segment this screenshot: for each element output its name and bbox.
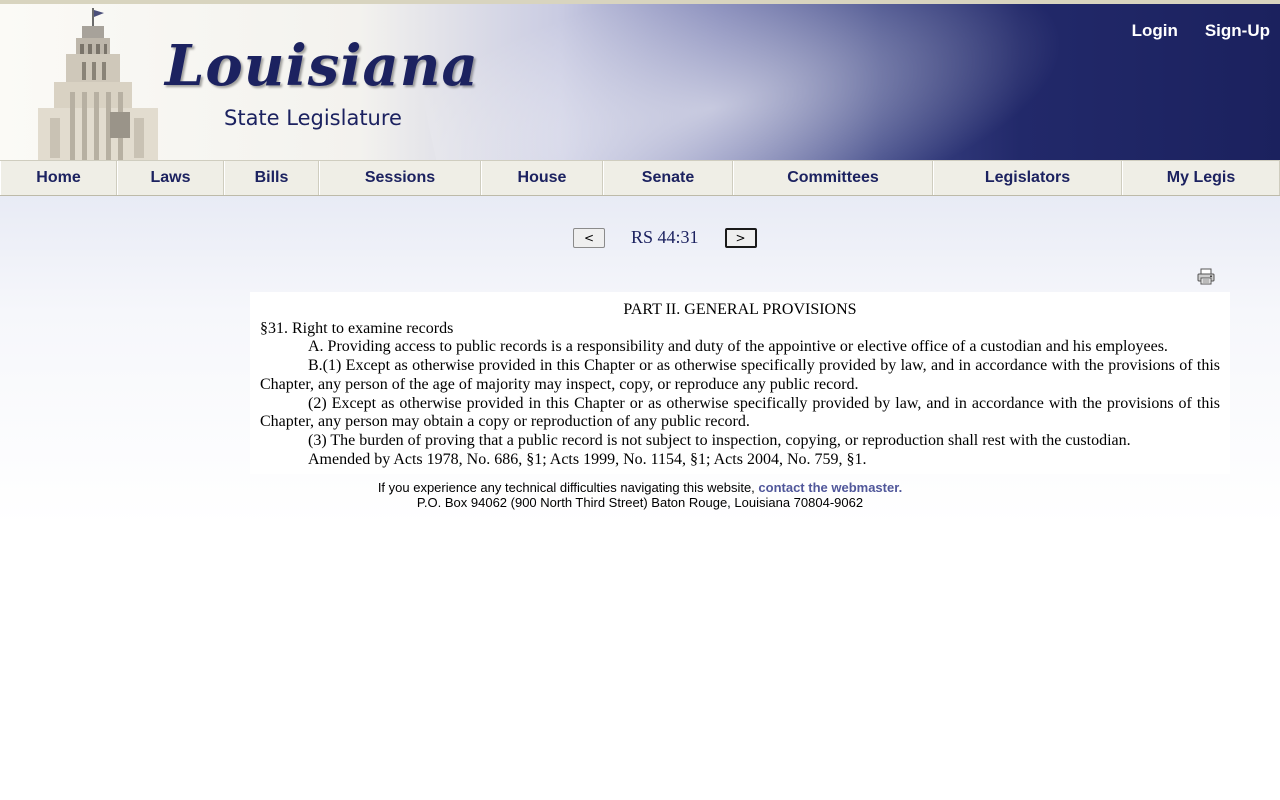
nav-item-committees[interactable]: Committees [733,161,933,195]
site-footer: If you experience any technical difficul… [0,480,1280,510]
next-statute-button[interactable]: > [724,227,757,248]
current-statute-label: RS 44:31 [631,227,699,247]
nav-item-senate[interactable]: Senate [603,161,733,195]
nav-item-home[interactable]: Home [0,161,117,195]
footer-support-line: If you experience any technical difficul… [0,480,1280,495]
site-header: Louisiana State Legislature Login Sign-U… [0,0,1280,160]
paragraph-b2: (2) Except as otherwise provided in this… [260,394,1220,431]
paragraph-b1: B.(1) Except as otherwise provided in th… [260,357,1220,393]
signup-link[interactable]: Sign-Up [1205,21,1270,41]
contact-webmaster-link[interactable]: contact the webmaster. [758,480,902,495]
nav-item-my-legis[interactable]: My Legis [1122,161,1280,195]
main-navigation: Home Laws Bills Sessions House Senate Co… [0,160,1280,196]
login-link[interactable]: Login [1132,21,1178,41]
printer-icon[interactable] [1197,268,1215,285]
nav-item-bills[interactable]: Bills [224,161,319,195]
account-links: Login Sign-Up [1132,21,1270,41]
site-logo-subtitle[interactable]: State Legislature [224,108,402,129]
footer-support-text: If you experience any technical difficul… [377,480,759,495]
nav-item-sessions[interactable]: Sessions [319,161,481,195]
previous-statute-button[interactable]: < [573,227,605,248]
paragraph-b3: (3) The burden of proving that a public … [308,431,1131,449]
nav-item-house[interactable]: House [481,161,603,195]
footer-address: P.O. Box 94062 (900 North Third Street) … [416,495,864,510]
site-logo-wordmark[interactable]: Louisiana [165,38,479,94]
nav-item-laws[interactable]: Laws [117,161,224,195]
part-heading: PART II. GENERAL PROVISIONS [623,301,857,318]
paragraph-a: A. Providing access to public records is… [308,338,1168,356]
nav-item-legislators[interactable]: Legislators [933,161,1122,195]
amendment-history: Amended by Acts 1978, No. 686, §1; Acts … [308,450,867,468]
statute-document: PART II. GENERAL PROVISIONS §31. Right t… [250,292,1230,474]
section-title: §31. Right to examine records [260,319,454,337]
statute-pager: < RS 44:31 > [573,227,757,248]
header-swoosh-decoration [406,4,1154,160]
capitol-building-icon [38,8,158,160]
